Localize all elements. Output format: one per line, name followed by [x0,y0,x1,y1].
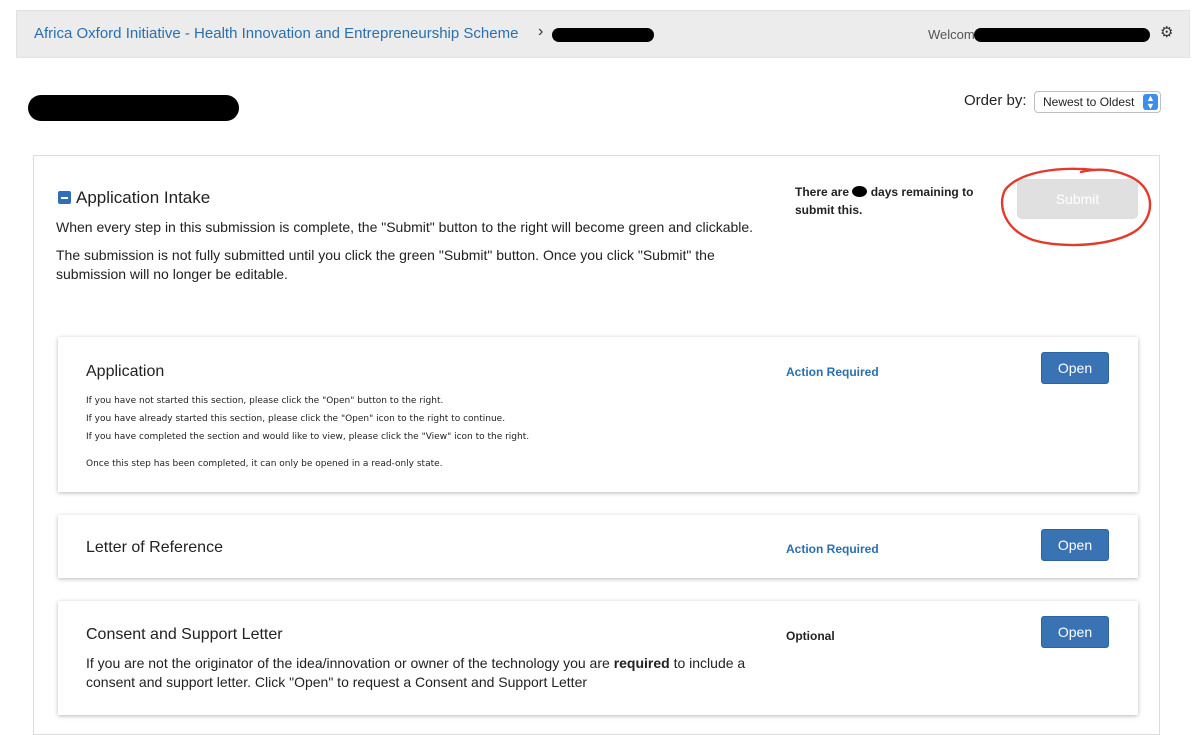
application-instructions: If you have not started this section, pl… [86,392,529,473]
redacted-breadcrumb-item [552,28,654,42]
open-button[interactable]: Open [1041,352,1109,384]
status-action-required[interactable]: Action Required [786,365,879,379]
intake-description-2: The submission is not fully submitted un… [56,247,715,282]
instruction-line: If you have already started this section… [86,414,506,424]
select-arrows-icon: ▲ ▼ [1143,94,1158,111]
consent-required-emphasis: required [613,655,670,671]
submission-panel: Application Intake When every step in th… [33,155,1160,735]
annotation-circle [1000,167,1152,247]
intake-description-1: When every step in this submission is co… [56,219,754,235]
breadcrumb-separator: › [538,23,544,40]
card-title: Consent and Support Letter [86,626,283,643]
status-optional: Optional [786,629,835,643]
order-by-select[interactable]: Newest to Oldest ▲ ▼ [1034,91,1161,113]
card-application: Application Action Required Open If you … [58,337,1138,492]
redacted-days-count [852,186,868,197]
breadcrumb-program-link[interactable]: Africa Oxford Initiative - Health Innova… [34,25,518,42]
redacted-username [974,28,1150,42]
intake-heading: Application Intake [58,188,210,208]
order-by-label: Order by: [964,92,1027,109]
card-title: Application [86,363,165,380]
days-prefix: There are [795,185,850,199]
instruction-line: If you have completed the section and wo… [86,432,530,442]
collapse-icon[interactable] [58,191,71,204]
card-letter-of-reference: Letter of Reference Action Required Open [58,515,1138,578]
days-remaining-text: There are days remaining to submit this. [795,183,985,219]
open-button[interactable]: Open [1041,616,1109,648]
instruction-line: If you have not started this section, pl… [86,396,444,406]
open-button[interactable]: Open [1041,529,1109,561]
intake-title: Application Intake [76,188,211,207]
top-bar: Africa Oxford Initiative - Health Innova… [16,10,1190,58]
consent-description: If you are not the originator of the ide… [86,654,766,692]
status-action-required[interactable]: Action Required [786,542,879,556]
card-consent-support-letter: Consent and Support Letter Optional Open… [58,601,1138,715]
instruction-note: Once this step has been completed, it ca… [86,459,443,469]
consent-text: If you are not the originator of the ide… [86,655,614,671]
intake-description: When every step in this submission is co… [56,218,766,293]
order-by-selected-value: Newest to Oldest [1043,95,1135,109]
redacted-page-title [28,95,239,121]
gear-icon[interactable]: ⚙ [1160,23,1173,41]
card-title: Letter of Reference [86,539,223,556]
